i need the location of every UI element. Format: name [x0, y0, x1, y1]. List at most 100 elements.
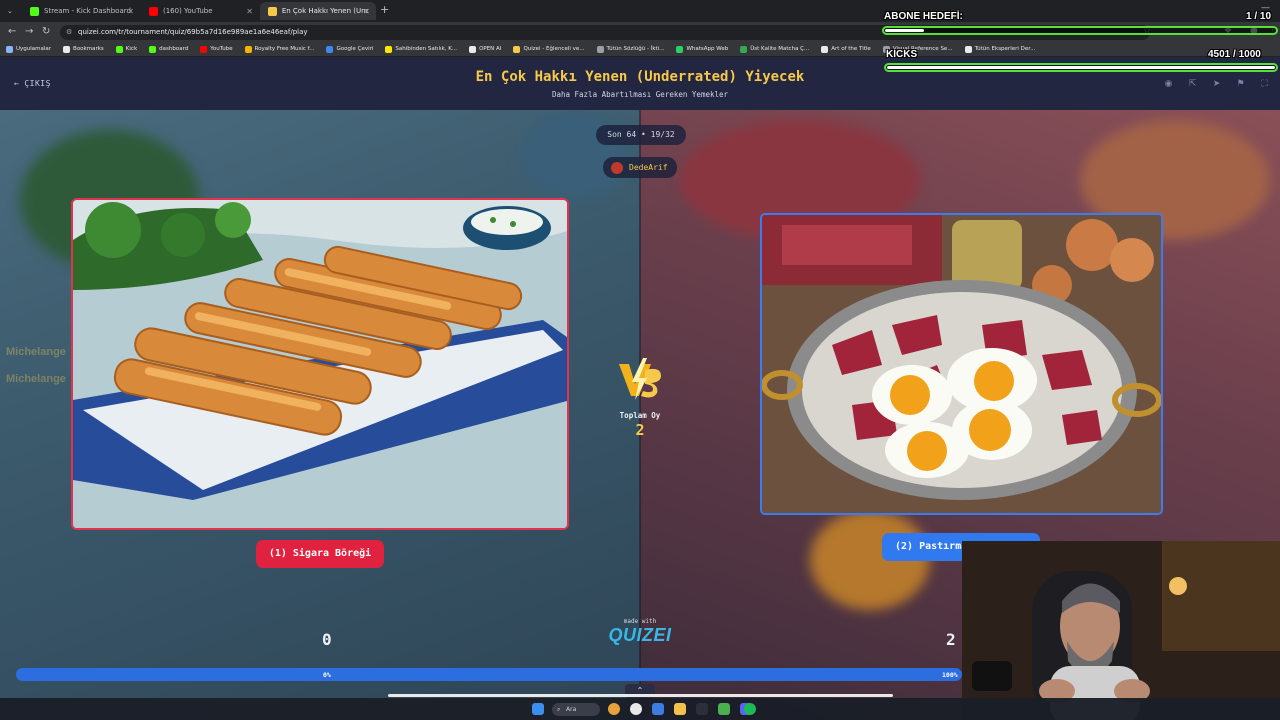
made-with-label: made with: [623, 618, 657, 625]
bookmark-item[interactable]: Google Çeviri: [326, 45, 374, 53]
bookmark-favicon-icon: [149, 45, 157, 53]
bookmark-item[interactable]: Tütün Eksperleri Der...: [964, 45, 1036, 53]
bookmark-favicon-icon: [6, 45, 13, 53]
bookmark-item[interactable]: Quizei - Eğlenceli ve...: [513, 45, 585, 53]
pastirmali-yumurta-image: [762, 215, 1161, 513]
bookmark-label: Bookmarks: [73, 46, 104, 52]
right-percent: 100%: [942, 671, 958, 679]
bookmark-label: Tütün Eksperleri Der...: [974, 46, 1036, 52]
bookmark-label: YouTube: [210, 46, 233, 52]
option-card-right[interactable]: [760, 213, 1163, 515]
obs-icon[interactable]: [630, 703, 642, 715]
bookmarks-bar: Uygulamalar Bookmarks Kick dashboard YouTube…: [0, 42, 1280, 57]
file-explorer-icon[interactable]: [674, 703, 686, 715]
bookmark-label: Royalty Free Music f...: [254, 46, 315, 52]
tab-label: En Çok Hakkı Yenen (Underrate: [281, 7, 368, 15]
new-tab-button[interactable]: +: [380, 3, 389, 16]
bookmark-favicon-icon: [385, 45, 393, 53]
bookmark-item[interactable]: Tütün Sözlüğü - İkti...: [596, 45, 665, 53]
header-actions: ◉ ⇱ ➤ ⚑ ⛶: [1163, 79, 1270, 90]
bookmark-favicon-icon: [513, 45, 521, 53]
option-label-left[interactable]: (1) Sigara Böreği: [256, 540, 384, 568]
bookmark-favicon-icon: [740, 45, 748, 53]
bookmark-item[interactable]: OPEN AI: [469, 45, 501, 53]
bookmark-favicon-icon: [244, 45, 252, 53]
eye-icon[interactable]: ◉: [1163, 79, 1174, 90]
left-score: 0: [322, 630, 332, 649]
ghost-name: Michelange: [6, 346, 66, 358]
back-arrow-icon[interactable]: ←: [8, 26, 16, 37]
ghost-name: Michelange: [6, 373, 66, 385]
tab-kick-dashboard[interactable]: Stream - Kick Dashboard ✕: [22, 2, 140, 20]
bookmark-item[interactable]: Royalty Free Music f...: [244, 45, 315, 53]
bookmark-item[interactable]: Sahibinden Satılık, K...: [385, 45, 457, 53]
bookmark-favicon-icon: [596, 45, 604, 53]
bookmark-item[interactable]: WhatsApp Web: [676, 45, 729, 53]
round-indicator: Son 64 • 19/32: [596, 125, 686, 145]
bookmark-item[interactable]: Bookmarks: [63, 45, 104, 53]
taskbar-search[interactable]: ⌕ Ara: [552, 703, 600, 716]
store-icon[interactable]: [652, 703, 664, 715]
search-icon: ⌕: [557, 706, 561, 713]
vs-icon: [619, 358, 661, 400]
bookmark-label: Uygulamalar: [16, 46, 52, 52]
bookmark-item[interactable]: Kick: [115, 45, 138, 53]
bookmark-item[interactable]: Uygulamalar: [6, 45, 52, 53]
total-votes-label: Toplam Oy: [619, 411, 661, 420]
avatar: [611, 161, 623, 174]
streamer-camera-image: [962, 541, 1280, 720]
close-icon[interactable]: ✕: [127, 7, 134, 16]
sub-goal-bar: [882, 26, 1278, 35]
quizei-logo: QUIZEI: [608, 625, 672, 645]
tab-menu[interactable]: ⌄: [4, 2, 18, 20]
bookmark-label: WhatsApp Web: [686, 46, 729, 52]
fullscreen-icon[interactable]: ⛶: [1259, 79, 1270, 90]
left-percent: 0%: [323, 671, 331, 679]
spotify-icon[interactable]: [744, 703, 756, 715]
vote-progress-bar: [16, 668, 962, 681]
webcam-overlay: [962, 541, 1280, 720]
tab-label: Stream - Kick Dashboard: [44, 7, 131, 15]
scroll-handle[interactable]: [388, 694, 893, 697]
bookmark-label: Üst Kalite Matcha Ç...: [750, 46, 810, 52]
bookmark-item[interactable]: Art of the Title: [821, 45, 871, 53]
chrome-icon[interactable]: [608, 703, 620, 715]
sub-goal-label: ABONE HEDEFİ:: [884, 11, 963, 22]
windows-start-icon[interactable]: [532, 703, 544, 715]
reload-icon[interactable]: ↻: [42, 26, 50, 37]
bookmark-favicon-icon: [200, 45, 208, 53]
tab-label: (160) YouTube: [163, 7, 213, 15]
share-icon[interactable]: ⇱: [1187, 79, 1198, 90]
kicks-goal-bar: [884, 63, 1278, 72]
forward-arrow-icon[interactable]: →: [25, 26, 33, 37]
right-score: 2: [946, 630, 956, 649]
sub-goal-fill: [885, 29, 924, 32]
bookmark-favicon-icon: [964, 45, 972, 53]
bookmark-item[interactable]: Üst Kalite Matcha Ç...: [740, 45, 810, 53]
bookmark-item[interactable]: dashboard: [149, 45, 188, 53]
bookmark-label: Kick: [125, 46, 138, 52]
url-text: quizei.com/tr/tournament/quiz/69b5a7d16e…: [78, 28, 308, 36]
browser-tab-bar: ⌄ Stream - Kick Dashboard ✕ (160) YouTub…: [0, 0, 1280, 22]
terminal-icon[interactable]: [696, 703, 708, 715]
bookmark-label: Tütün Sözlüğü - İkti...: [606, 46, 665, 52]
site-info-icon[interactable]: ⚙: [66, 28, 72, 36]
bookmark-favicon-icon: [115, 45, 123, 53]
bookmark-favicon-icon: [676, 45, 684, 53]
chevron-down-icon: ⌄: [7, 7, 13, 15]
bookmark-label: Art of the Title: [831, 46, 871, 52]
app-icon[interactable]: [718, 703, 730, 715]
flag-icon[interactable]: ⚑: [1235, 79, 1246, 90]
player-name: DedeArif: [629, 163, 668, 172]
tab-youtube[interactable]: (160) YouTube ✕: [141, 2, 259, 20]
send-icon[interactable]: ➤: [1211, 79, 1222, 90]
tab-quizei[interactable]: En Çok Hakkı Yenen (Underrate ✕: [260, 2, 376, 20]
close-icon[interactable]: ✕: [363, 7, 370, 16]
close-icon[interactable]: ✕: [246, 7, 253, 16]
windows-taskbar: ⌕ Ara: [0, 698, 1280, 720]
page-subtitle: Daha Fazla Abartılması Gereken Yemekler: [551, 90, 729, 99]
bookmark-item[interactable]: YouTube: [200, 45, 233, 53]
option-card-left[interactable]: [71, 198, 569, 530]
bookmark-label: Google Çeviri: [336, 46, 374, 52]
bookmark-favicon-icon: [326, 45, 334, 53]
